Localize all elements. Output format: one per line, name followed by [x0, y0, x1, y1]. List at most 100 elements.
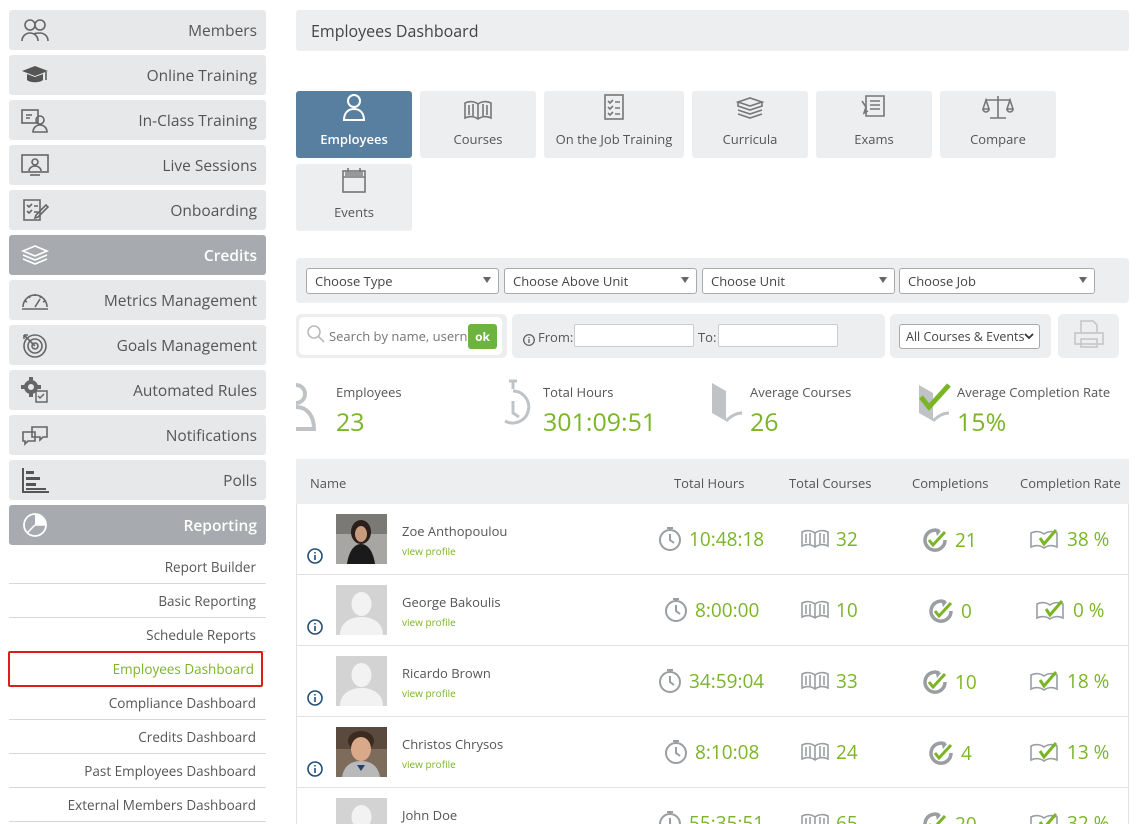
completions-cell: 10 [921, 668, 977, 696]
main-content: Employees Dashboard Employees Courses On… [295, 10, 1129, 824]
info-icon[interactable] [307, 760, 323, 782]
sidebar-item-label: Reporting [183, 514, 257, 536]
tab-compare[interactable]: Compare [940, 91, 1056, 158]
dropdown-caret-icon [879, 277, 887, 283]
bar-chart-icon [19, 466, 51, 494]
view-profile-link[interactable]: view profile [402, 615, 456, 629]
total-hours-value: 8:10:08 [695, 739, 760, 765]
employee-name: John Doe [402, 806, 458, 824]
info-icon[interactable] [307, 689, 323, 711]
sidebar-item-goals-management[interactable]: Goals Management [9, 325, 266, 365]
scope-select[interactable]: All Courses & Events [899, 324, 1040, 349]
stopwatch-icon [503, 379, 533, 436]
column-header-total-hours[interactable]: Total Hours [674, 474, 744, 492]
completion-check-icon [929, 741, 953, 765]
print-button[interactable] [1058, 314, 1119, 358]
tab-label: Events [334, 203, 374, 221]
onboarding-checklist-icon [19, 196, 51, 224]
submenu-employees-dashboard[interactable]: Employees Dashboard [8, 651, 263, 687]
sidebar-item-label: Polls [223, 469, 257, 491]
total-courses-value: 24 [836, 739, 858, 765]
calendar-icon [341, 166, 367, 199]
sidebar-item-label: Live Sessions [162, 154, 257, 176]
pie-chart-icon [19, 511, 51, 539]
table-body: Zoe Anthopoulou view profile 10:48:18 32… [296, 504, 1129, 824]
sidebar-item-metrics-management[interactable]: Metrics Management [9, 280, 266, 320]
scope-select-value: All Courses & Events [906, 328, 1025, 345]
column-header-name[interactable]: Name [310, 474, 346, 492]
view-profile-link[interactable]: view profile [402, 544, 456, 558]
printer-icon [1073, 319, 1105, 354]
sidebar-item-onboarding[interactable]: Onboarding [9, 190, 266, 230]
info-icon[interactable] [307, 547, 323, 569]
submenu-credits-dashboard[interactable]: Credits Dashboard [9, 720, 266, 754]
view-profile-link[interactable]: view profile [402, 686, 456, 700]
total-courses-value: 65 [836, 810, 858, 824]
total-hours-value: 10:48:18 [689, 526, 765, 552]
search-ok-button[interactable]: ok [468, 324, 497, 349]
tab-label: On the Job Training [555, 130, 673, 148]
sidebar-item-label: Members [188, 19, 257, 41]
sidebar-item-notifications[interactable]: Notifications [9, 415, 266, 455]
unit-select[interactable]: Choose Unit [702, 268, 895, 294]
submenu-report-builder[interactable]: Report Builder [9, 550, 266, 584]
submenu-schedule-reports[interactable]: Schedule Reports [9, 618, 266, 652]
search-input[interactable] [329, 327, 467, 345]
dropdown-caret-icon [483, 277, 491, 283]
completions-value: 21 [955, 527, 977, 553]
checklist-icon [602, 93, 626, 126]
above-unit-select-value: Choose Above Unit [513, 272, 629, 290]
to-date-input[interactable] [718, 324, 838, 347]
completion-check-icon [923, 812, 947, 824]
completions-value: 20 [955, 811, 977, 824]
sidebar-item-members[interactable]: Members [9, 10, 266, 50]
submenu-basic-reporting[interactable]: Basic Reporting [9, 584, 266, 618]
stat-average-courses: Average Courses 26 [710, 375, 900, 445]
view-profile-link[interactable]: view profile [402, 757, 456, 771]
completions-cell: 21 [921, 526, 977, 554]
tab-exams[interactable]: Exams [816, 91, 932, 158]
sidebar-item-reporting[interactable]: Reporting [9, 505, 266, 545]
column-header-completions[interactable]: Completions [912, 474, 988, 492]
sidebar-item-in-class-training[interactable]: In-Class Training [9, 100, 266, 140]
table-row: Christos Chrysos view profile 8:10:08 24… [296, 717, 1129, 788]
completion-check-icon [923, 528, 947, 552]
open-book-icon [801, 600, 829, 619]
info-icon[interactable] [307, 618, 323, 640]
sidebar-item-polls[interactable]: Polls [9, 460, 266, 500]
completion-check-icon [923, 670, 947, 694]
from-date-input[interactable] [574, 324, 694, 347]
completion-rate-value: 0 % [1073, 597, 1105, 623]
sidebar-item-live-sessions[interactable]: Live Sessions [9, 145, 266, 185]
tab-on-the-job-training[interactable]: On the Job Training [544, 91, 684, 158]
table-row: George Bakoulis view profile 8:00:00 10 … [296, 575, 1129, 646]
submenu-past-employees-dashboard[interactable]: Past Employees Dashboard [9, 754, 266, 788]
sidebar-item-automated-rules[interactable]: Automated Rules [9, 370, 266, 410]
type-select-value: Choose Type [315, 272, 393, 290]
check-book-icon [1030, 813, 1058, 824]
column-header-total-courses[interactable]: Total Courses [789, 474, 871, 492]
column-header-completion-rate[interactable]: Completion Rate [1020, 474, 1121, 492]
tab-label: Exams [854, 130, 894, 148]
type-select[interactable]: Choose Type [306, 268, 499, 294]
submenu-external-members-dashboard[interactable]: External Members Dashboard [9, 788, 266, 822]
from-label: From: [538, 328, 574, 346]
sidebar-item-credits[interactable]: Credits [9, 235, 266, 275]
sidebar: Members Online Training In-Class Trainin… [8, 10, 266, 822]
completions-cell: 20 [921, 810, 977, 824]
tab-events[interactable]: Events [296, 164, 412, 231]
above-unit-select[interactable]: Choose Above Unit [504, 268, 697, 294]
completion-rate-cell: 18 % [1029, 668, 1109, 694]
job-select[interactable]: Choose Job [899, 268, 1095, 294]
tab-courses[interactable]: Courses [420, 91, 536, 158]
table-row: Zoe Anthopoulou view profile 10:48:18 32… [296, 504, 1129, 575]
chevron-down-icon [1024, 333, 1034, 340]
sidebar-item-online-training[interactable]: Online Training [9, 55, 266, 95]
total-courses-value: 33 [836, 668, 858, 694]
stopwatch-icon [659, 527, 681, 551]
tab-employees[interactable]: Employees [296, 91, 412, 158]
info-icon [523, 329, 535, 351]
submenu-compliance-dashboard[interactable]: Compliance Dashboard [9, 686, 266, 720]
tab-curricula[interactable]: Curricula [692, 91, 808, 158]
total-courses-cell: 65 [800, 810, 858, 824]
